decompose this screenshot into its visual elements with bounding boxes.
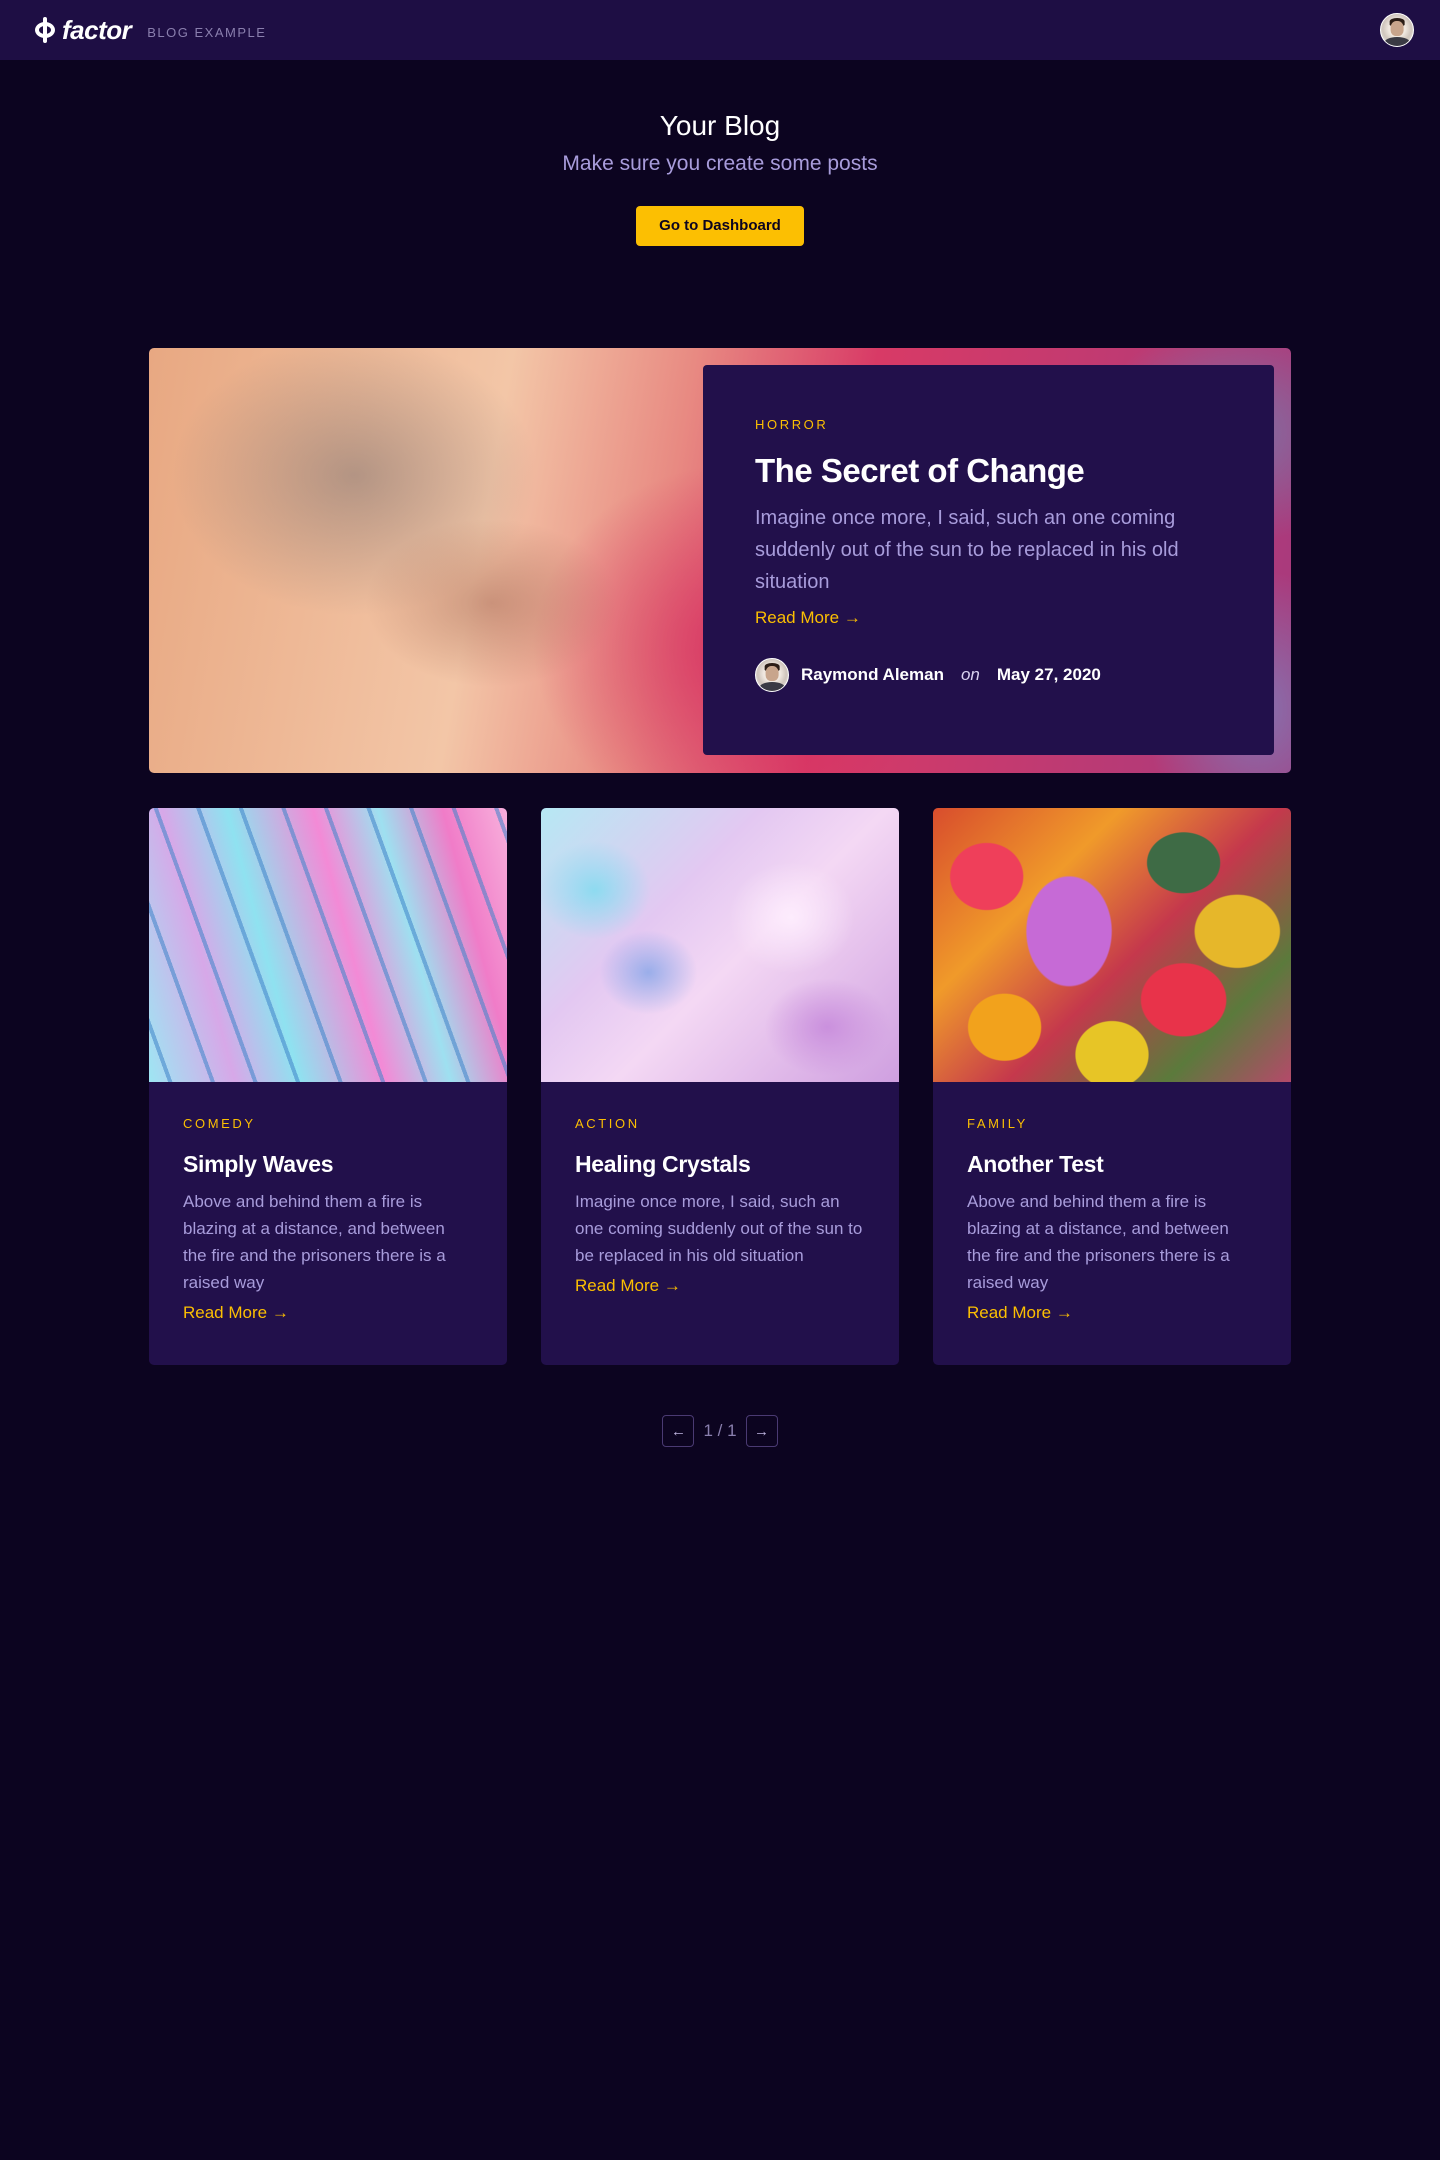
logo-text: factor — [62, 14, 132, 45]
featured-post-byline: Raymond Aleman on May 27, 2020 — [755, 658, 1222, 692]
featured-post-card: HORROR The Secret of Change Imagine once… — [703, 365, 1274, 755]
post-card[interactable]: FAMILY Another Test Above and behind the… — [933, 808, 1291, 1365]
blog-hero: Your Blog Make sure you create some post… — [0, 60, 1440, 246]
author-name[interactable]: Raymond Aleman — [801, 665, 944, 685]
featured-read-more-link[interactable]: Read More → — [755, 608, 861, 628]
post-title[interactable]: Healing Crystals — [575, 1151, 865, 1178]
post-excerpt: Above and behind them a fire is blazing … — [967, 1192, 1230, 1292]
post-image[interactable] — [541, 808, 899, 1082]
page-indicator: 1 / 1 — [703, 1421, 737, 1440]
featured-post-title[interactable]: The Secret of Change — [755, 452, 1222, 490]
arrow-left-icon: ← — [670, 1422, 686, 1440]
previous-page-button[interactable]: ← — [662, 1415, 695, 1447]
read-more-link[interactable]: Read More → — [575, 1276, 681, 1296]
page-subtitle: Make sure you create some posts — [562, 152, 878, 175]
post-card[interactable]: COMEDY Simply Waves Above and behind the… — [149, 808, 507, 1365]
next-page-button[interactable]: → — [745, 1415, 778, 1447]
featured-post-category[interactable]: HORROR — [755, 417, 1222, 432]
post-image[interactable] — [933, 808, 1291, 1082]
arrow-right-icon: → — [754, 1422, 770, 1440]
top-navbar: factor BLOG EXAMPLE — [0, 0, 1440, 60]
post-title[interactable]: Simply Waves — [183, 1151, 473, 1178]
read-more-link[interactable]: Read More → — [183, 1303, 289, 1323]
post-date: May 27, 2020 — [996, 665, 1101, 684]
post-category[interactable]: ACTION — [575, 1116, 865, 1131]
post-excerpt: Above and behind them a fire is blazing … — [183, 1192, 446, 1292]
user-avatar[interactable] — [1380, 13, 1414, 47]
post-title[interactable]: Another Test — [967, 1151, 1257, 1178]
post-excerpt: Imagine once more, I said, such an one c… — [575, 1192, 863, 1265]
featured-post-excerpt: Imagine once more, I said, such an one c… — [755, 507, 1179, 593]
post-card[interactable]: ACTION Healing Crystals Imagine once mor… — [541, 808, 899, 1365]
logo-link[interactable]: factor — [34, 14, 132, 46]
page-title: Your Blog — [659, 110, 781, 141]
go-to-dashboard-button[interactable]: Go to Dashboard — [636, 206, 804, 246]
post-category[interactable]: FAMILY — [967, 1116, 1257, 1131]
post-category[interactable]: COMEDY — [183, 1116, 473, 1131]
pagination: ← 1 / 1 → — [0, 1415, 1440, 1447]
author-avatar[interactable] — [755, 658, 789, 692]
post-image[interactable] — [149, 808, 507, 1082]
featured-post[interactable]: HORROR The Secret of Change Imagine once… — [149, 348, 1291, 773]
factor-logo-icon — [34, 17, 56, 43]
byline-on: on — [960, 665, 980, 684]
read-more-link[interactable]: Read More → — [967, 1303, 1073, 1323]
site-tag: BLOG EXAMPLE — [147, 24, 267, 40]
